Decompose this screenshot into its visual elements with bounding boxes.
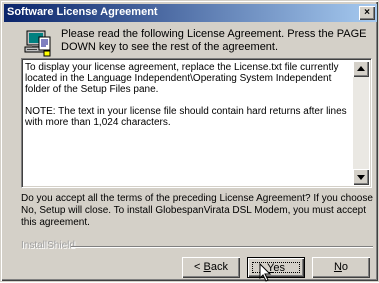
footer-divider: [71, 246, 373, 248]
back-button[interactable]: < Back: [182, 257, 240, 278]
title-bar[interactable]: Software License Agreement ×: [4, 4, 377, 22]
window-title: Software License Agreement: [7, 6, 158, 18]
no-mnemonic: N: [333, 261, 342, 273]
computer-setup-icon: [24, 30, 51, 57]
no-label-rest: o: [341, 261, 349, 273]
scroll-down-button[interactable]: [353, 169, 369, 185]
back-mnemonic: B: [203, 261, 211, 273]
mouse-pointer-icon: [259, 263, 272, 282]
installshield-brand: InstallShield: [21, 240, 75, 251]
vertical-scrollbar[interactable]: [353, 61, 369, 185]
close-button[interactable]: ×: [359, 6, 375, 20]
license-note: NOTE: The text in your license file shou…: [25, 106, 347, 128]
license-paragraph: To display your license agreement, repla…: [25, 62, 339, 95]
instruction-text: Please read the following License Agreem…: [61, 28, 367, 53]
license-dialog: Software License Agreement × Please read…: [0, 0, 379, 282]
triangle-down-icon: [357, 175, 365, 180]
close-icon: ×: [364, 7, 370, 18]
triangle-up-icon: [357, 66, 365, 71]
no-button[interactable]: No: [312, 257, 370, 278]
accept-question: Do you accept all the terms of the prece…: [21, 193, 373, 228]
license-content: To display your license agreement, repla…: [25, 62, 355, 139]
back-prefix: <: [194, 261, 204, 273]
back-label-rest: ack: [210, 261, 228, 273]
yes-button[interactable]: Yes: [247, 257, 305, 278]
license-text-area[interactable]: To display your license agreement, repla…: [21, 58, 372, 188]
scroll-up-button[interactable]: [353, 61, 369, 77]
